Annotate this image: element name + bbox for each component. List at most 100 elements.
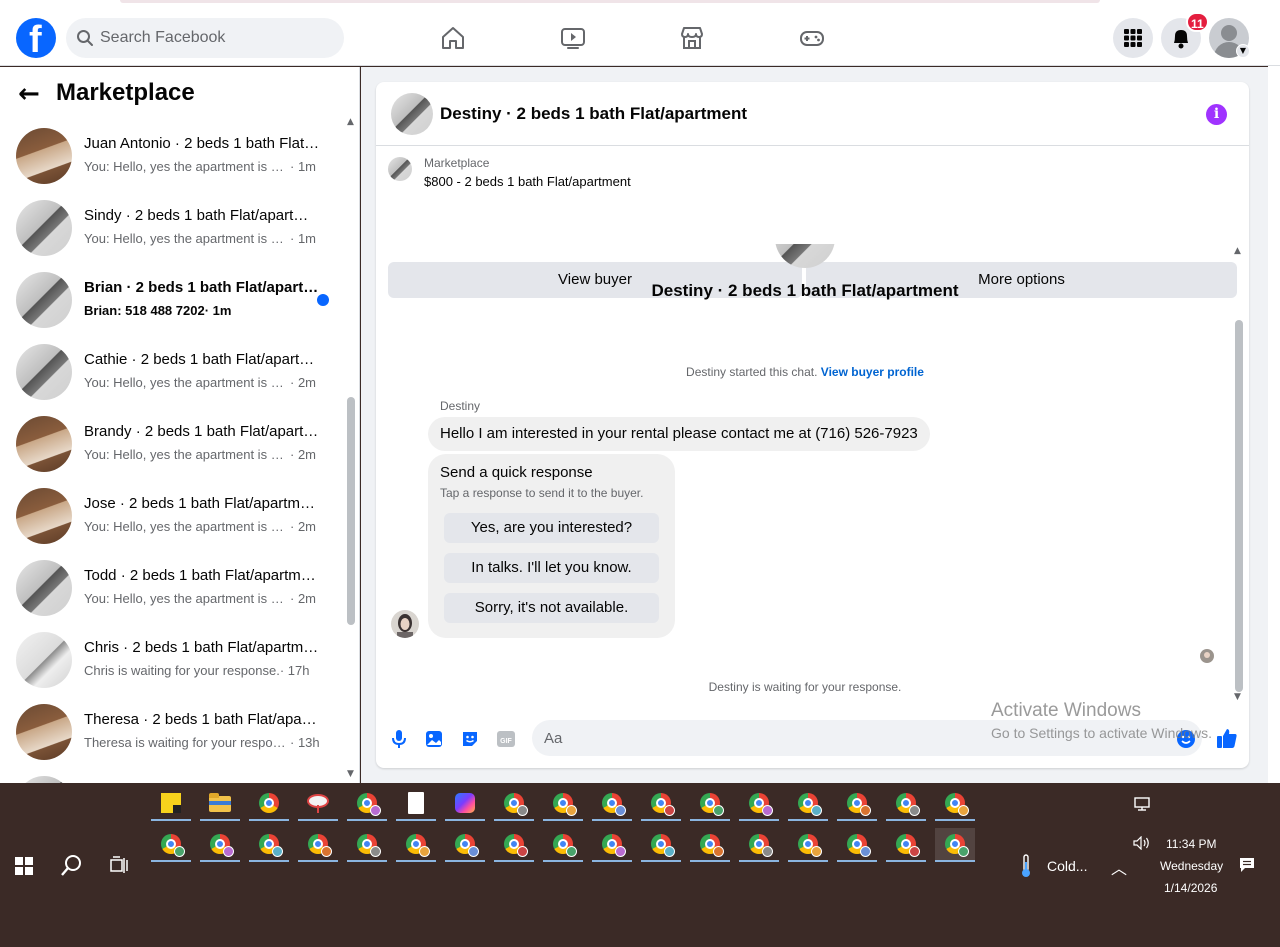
back-arrow-icon[interactable]: ← — [18, 81, 40, 107]
conversation-name: Brian · 2 beds 1 bath Flat/apartment — [84, 279, 320, 296]
chrome-profile-taskbar-button[interactable] — [788, 787, 828, 821]
file-explorer-icon[interactable] — [200, 787, 240, 821]
chrome-profile-taskbar-button[interactable] — [592, 828, 632, 862]
clock-day[interactable]: Wednesday — [1160, 859, 1223, 873]
volume-icon[interactable] — [1133, 836, 1151, 850]
chrome-profile-taskbar-button[interactable] — [347, 828, 387, 862]
scroll-up-arrow[interactable]: ▲ — [347, 117, 354, 127]
page-scrollbar[interactable] — [1268, 66, 1280, 783]
home-icon[interactable] — [439, 24, 467, 52]
menu-button[interactable] — [1113, 18, 1153, 58]
search-bar[interactable] — [66, 18, 344, 58]
notepad-icon[interactable] — [396, 787, 436, 821]
clock-time[interactable]: 11:34 PM — [1166, 837, 1216, 851]
microphone-icon[interactable] — [389, 729, 409, 749]
gif-icon[interactable]: GIF — [496, 729, 516, 749]
chrome-profile-taskbar-button[interactable] — [396, 828, 436, 862]
sticker-icon[interactable] — [460, 729, 480, 749]
chrome-icon — [504, 834, 528, 857]
chrome-profile-taskbar-button[interactable] — [151, 828, 191, 862]
sticky-notes-icon[interactable] — [151, 787, 191, 821]
chrome-profile-taskbar-button[interactable] — [886, 828, 926, 862]
chrome-profile-taskbar-button[interactable] — [739, 787, 779, 821]
chrome-profile-taskbar-button[interactable] — [249, 828, 289, 862]
chrome-profile-taskbar-button[interactable] — [935, 787, 975, 821]
chrome-profile-taskbar-button[interactable] — [641, 828, 681, 862]
conversation-item[interactable]: Brandy · 2 beds 1 bath Flat/apartment You… — [0, 416, 345, 488]
thumbs-up-icon[interactable] — [1216, 727, 1238, 749]
clock-date[interactable]: 1/14/2026 — [1164, 881, 1217, 895]
sidebar-scrollbar[interactable] — [347, 397, 355, 625]
listing-price[interactable]: $800 - 2 beds 1 bath Flat/apartment — [424, 174, 631, 189]
chat-scroll-up-arrow[interactable]: ▲ — [1234, 246, 1241, 256]
chrome-profile-taskbar-button[interactable] — [543, 787, 583, 821]
chrome-profile-taskbar-button[interactable] — [445, 828, 485, 862]
chrome-icon — [602, 834, 626, 857]
listing-small-thumbnail[interactable] — [388, 157, 412, 181]
chrome-profile-taskbar-button[interactable] — [298, 828, 338, 862]
chrome-profile-taskbar-button[interactable] — [837, 828, 877, 862]
windows-start-icon[interactable] — [15, 857, 33, 875]
chevron-down-icon[interactable]: ▼ — [1236, 44, 1250, 58]
chrome-profile-taskbar-button[interactable] — [249, 787, 289, 821]
info-icon[interactable]: i — [1206, 104, 1227, 125]
quick-reply-in-talks-button[interactable]: In talks. I'll let you know. — [444, 553, 659, 583]
marketplace-icon[interactable] — [678, 24, 706, 52]
conversation-item[interactable]: Cathie · 2 beds 1 bath Flat/apartment You… — [0, 344, 345, 416]
chrome-icon — [847, 834, 871, 857]
chrome-profile-taskbar-button[interactable] — [494, 828, 534, 862]
conversation-item[interactable]: Jose · 2 beds 1 bath Flat/apartment You: … — [0, 488, 345, 560]
conversation-preview: You: Hello, yes the apartment is still a… — [84, 231, 324, 246]
network-icon[interactable] — [1134, 797, 1150, 811]
listing-thumbnail[interactable] — [391, 93, 433, 135]
message-bubble[interactable]: Hello I am interested in your rental ple… — [428, 417, 930, 451]
conversation-item[interactable]: Todd · 2 beds 1 bath Flat/apartment You: … — [0, 560, 345, 632]
chrome-profile-taskbar-button[interactable] — [788, 828, 828, 862]
video-icon[interactable] — [559, 24, 587, 52]
notification-center-icon[interactable] — [1239, 857, 1255, 873]
chrome-profile-taskbar-button[interactable] — [837, 787, 877, 821]
conversation-item[interactable]: Juan Antonio · 2 beds 1 bath Flat/apartm… — [0, 128, 345, 200]
conversation-item[interactable]: Theresa · 2 beds 1 bath Flat/apartment Th… — [0, 704, 345, 776]
conversation-item-partial[interactable] — [0, 776, 345, 783]
conversation-thumbnail — [16, 416, 72, 472]
facebook-logo[interactable]: f — [16, 18, 56, 61]
chevron-up-icon[interactable]: ︿ — [1111, 855, 1127, 879]
photo-icon[interactable] — [424, 729, 444, 749]
chrome-profile-taskbar-button[interactable] — [739, 828, 779, 862]
chrome-profile-taskbar-button[interactable] — [690, 787, 730, 821]
copilot-icon[interactable] — [445, 787, 485, 821]
chrome-profile-taskbar-button[interactable] — [347, 787, 387, 821]
conversation-name: Todd · 2 beds 1 bath Flat/apartment — [84, 567, 320, 584]
quick-reply-not-available-button[interactable]: Sorry, it's not available. — [444, 593, 659, 623]
quick-reply-yes-button[interactable]: Yes, are you interested? — [444, 513, 659, 543]
conversation-item[interactable]: Brian · 2 beds 1 bath Flat/apartment Bria… — [0, 272, 345, 344]
view-buyer-profile-link[interactable]: View buyer profile — [821, 365, 924, 379]
chrome-profile-taskbar-button[interactable] — [935, 828, 975, 862]
chrome-profile-taskbar-button[interactable] — [886, 787, 926, 821]
chrome-profile-taskbar-button[interactable] — [641, 787, 681, 821]
taskbar-search-icon[interactable] — [61, 854, 83, 876]
conversation-item[interactable]: Sindy · 2 beds 1 bath Flat/apartment You:… — [0, 200, 345, 272]
weather-thermometer-icon[interactable] — [1018, 854, 1034, 878]
chrome-profile-taskbar-button[interactable] — [690, 828, 730, 862]
task-view-icon[interactable] — [110, 856, 130, 874]
svg-text:GIF: GIF — [500, 738, 512, 745]
search-input[interactable] — [100, 18, 330, 58]
chrome-profile-taskbar-button[interactable] — [494, 787, 534, 821]
conversation-preview: You: Hello, yes the apartment is still a… — [84, 519, 324, 534]
conversation-item[interactable]: Chris · 2 beds 1 bath Flat/apartment Chri… — [0, 632, 345, 704]
buyer-avatar[interactable] — [391, 610, 419, 638]
conversation-preview: You: Hello, yes the apartment is still a… — [84, 159, 324, 174]
chat-scrollbar[interactable] — [1235, 320, 1243, 692]
chrome-profile-taskbar-button[interactable] — [543, 828, 583, 862]
gaming-icon[interactable] — [798, 24, 826, 52]
chat-title[interactable]: Destiny · 2 beds 1 bath Flat/apartment — [440, 104, 747, 124]
paint-icon[interactable] — [298, 787, 338, 821]
weather-text[interactable]: Cold... — [1047, 858, 1087, 874]
chrome-profile-taskbar-button[interactable] — [200, 828, 240, 862]
scroll-down-arrow[interactable]: ▼ — [347, 769, 354, 779]
conversation-name: Cathie · 2 beds 1 bath Flat/apartment — [84, 351, 320, 368]
chrome-profile-taskbar-button[interactable] — [592, 787, 632, 821]
chat-scroll-down-arrow[interactable]: ▼ — [1234, 692, 1241, 702]
